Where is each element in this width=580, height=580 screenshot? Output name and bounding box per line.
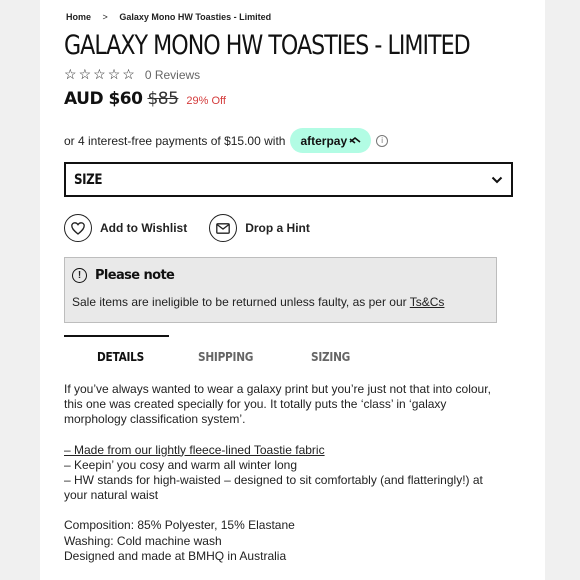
size-select[interactable]: SIZE bbox=[64, 162, 513, 197]
description-bullet: – HW stands for high-waisted – designed … bbox=[64, 473, 483, 503]
terms-link[interactable]: Ts&Cs bbox=[410, 295, 445, 309]
star-outline-icon: ☆ bbox=[93, 66, 106, 82]
tab-shipping[interactable]: SHIPPING bbox=[198, 350, 253, 364]
chevron-down-icon bbox=[491, 176, 503, 183]
drop-a-hint-button[interactable]: Drop a Hint bbox=[209, 214, 310, 242]
original-price: $85 bbox=[147, 89, 179, 109]
wishlist-label: Add to Wishlist bbox=[100, 221, 188, 235]
alert-icon: ! bbox=[72, 268, 87, 283]
sale-notice-body: Sale items are ineligible to be returned… bbox=[72, 295, 407, 309]
sale-notice-header: ! Please note bbox=[72, 268, 175, 283]
star-rating: ☆ ☆ ☆ ☆ ☆ bbox=[64, 66, 135, 83]
add-to-wishlist-button[interactable]: Add to Wishlist bbox=[64, 214, 187, 242]
reviews-count[interactable]: 0 Reviews bbox=[145, 68, 200, 82]
origin-text: Designed and made at BMHQ in Australia bbox=[64, 548, 287, 563]
washing-text: Washing: Cold machine wash bbox=[64, 533, 222, 548]
breadcrumb-current[interactable]: Galaxy Mono HW Toasties - Limited bbox=[119, 12, 271, 22]
sale-notice-box: ! Please note Sale items are ineligible … bbox=[64, 257, 497, 323]
size-select-label: SIZE bbox=[74, 171, 103, 188]
breadcrumb-separator: > bbox=[102, 12, 108, 22]
star-outline-icon: ☆ bbox=[78, 66, 92, 82]
afterpay-text: or 4 interest-free payments of $15.00 wi… bbox=[64, 133, 286, 148]
product-page: Home > Galaxy Mono HW Toasties - Limited… bbox=[40, 0, 545, 580]
composition-text: Composition: 85% Polyester, 15% Elastane bbox=[64, 518, 295, 533]
mail-icon bbox=[209, 214, 238, 242]
breadcrumb: Home > Galaxy Mono HW Toasties - Limited bbox=[66, 12, 271, 22]
discount-label: 29% Off bbox=[186, 95, 226, 107]
current-price: AUD $60 bbox=[64, 89, 143, 109]
afterpay-row: or 4 interest-free payments of $15.00 wi… bbox=[64, 128, 389, 153]
heart-icon bbox=[64, 214, 92, 242]
product-actions: Add to Wishlist Drop a Hint bbox=[64, 214, 310, 242]
sale-notice-text: Sale items are ineligible to be returned… bbox=[72, 295, 444, 309]
star-outline-icon: ☆ bbox=[107, 66, 121, 82]
afterpay-badge[interactable]: afterpay bbox=[290, 128, 372, 153]
tab-sizing[interactable]: SIZING bbox=[311, 350, 350, 364]
afterpay-logo-text: afterpay bbox=[300, 133, 348, 148]
active-tab-indicator bbox=[64, 335, 169, 337]
star-outline-icon: ☆ bbox=[122, 66, 135, 82]
product-description: If you’ve always wanted to wear a galaxy… bbox=[64, 382, 494, 564]
product-title: GALAXY MONO HW TOASTIES - LIMITED bbox=[64, 30, 471, 61]
sale-notice-title: Please note bbox=[95, 268, 175, 283]
info-icon[interactable]: i bbox=[376, 134, 389, 147]
afterpay-arrows-icon bbox=[349, 136, 361, 144]
hint-label: Drop a Hint bbox=[245, 221, 310, 235]
description-bullet: – Made from our lightly fleece-lined Toa… bbox=[64, 442, 325, 457]
tab-details[interactable]: DETAILS bbox=[97, 350, 144, 364]
description-bullet: – Keepin’ you cosy and warm all winter l… bbox=[64, 457, 298, 472]
breadcrumb-home-link[interactable]: Home bbox=[66, 12, 91, 22]
price-row: AUD $60 $85 29% Off bbox=[64, 89, 226, 109]
product-rating[interactable]: ☆ ☆ ☆ ☆ ☆ 0 Reviews bbox=[64, 66, 200, 83]
star-outline-icon: ☆ bbox=[64, 66, 77, 82]
description-intro: If you’ve always wanted to wear a galaxy… bbox=[64, 382, 491, 427]
